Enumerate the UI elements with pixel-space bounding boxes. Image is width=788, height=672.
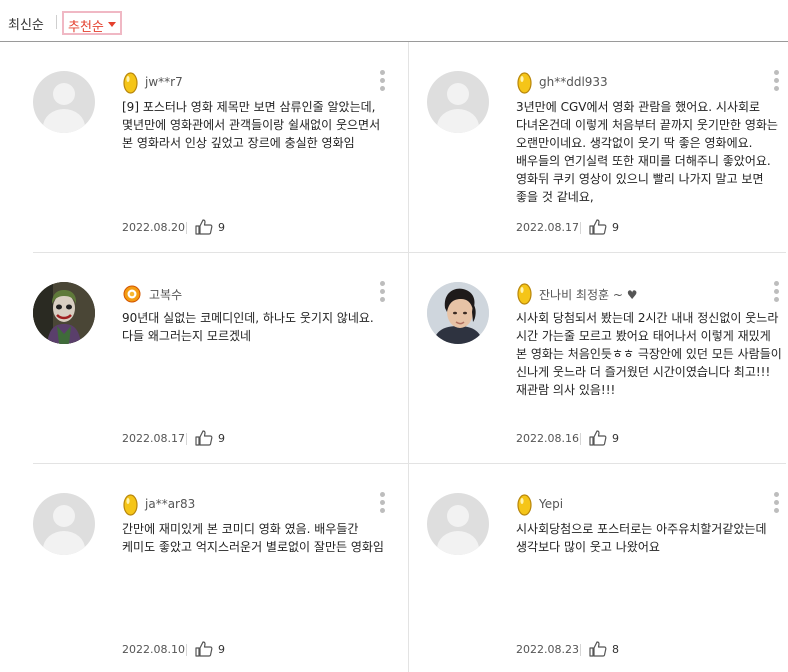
column-divider <box>408 42 409 672</box>
fried-egg-icon <box>123 285 141 303</box>
thumbs-up-icon[interactable] <box>589 219 607 235</box>
review-date: 2022.08.16 <box>516 432 579 445</box>
gold-egg-icon <box>123 72 138 94</box>
sort-latest-button[interactable]: 최신순 <box>8 14 44 33</box>
meta-divider <box>580 644 581 656</box>
like-count: 9 <box>612 221 619 234</box>
review-text: 시사회 당첨되서 봤는데 2시간 내내 정신없이 웃느라 시간 가는줄 모르고 … <box>516 311 782 397</box>
avatar-default[interactable] <box>427 493 489 555</box>
gold-egg-icon <box>517 494 532 516</box>
review-text: 90년대 실없는 코메디인데, 하나도 웃기지 않네요. 다들 왜그러는지 모르… <box>122 311 374 343</box>
review-text: [9] 포스터나 영화 제목만 보면 삼류인줄 알았는데, 몇년만에 영화관에서… <box>122 100 381 150</box>
review-card: 고복수 90년대 실없는 코메디인데, 하나도 웃기지 않네요. 다들 왜그러는… <box>33 253 405 463</box>
reviewer-nickname[interactable]: 고복수 <box>149 286 182 303</box>
review-card: ja**ar83 간만에 재미있게 본 코미디 영화 였음. 배우들간 케미도 … <box>33 464 405 672</box>
gold-egg-icon <box>517 72 532 94</box>
meta-divider <box>186 433 187 445</box>
reviewer-nickname[interactable]: 잔나비 최정훈 ~ ♥ <box>539 286 638 303</box>
meta-divider <box>580 222 581 234</box>
thumbs-up-icon[interactable] <box>589 430 607 446</box>
thumbs-up-icon[interactable] <box>195 641 213 657</box>
more-vertical-icon[interactable] <box>379 70 385 94</box>
more-vertical-icon[interactable] <box>773 492 779 516</box>
review-text: 3년만에 CGV에서 영화 관람을 했어요. 시사회로 다녀온건데 이렇게 처음… <box>516 100 778 204</box>
avatar-default[interactable] <box>427 71 489 133</box>
thumbs-up-icon[interactable] <box>195 219 213 235</box>
reviewer-nickname[interactable]: Yepi <box>539 497 563 511</box>
like-count: 9 <box>218 432 225 445</box>
review-date: 2022.08.17 <box>122 432 185 445</box>
more-vertical-icon[interactable] <box>379 281 385 305</box>
reviewer-nickname[interactable]: ja**ar83 <box>145 497 195 511</box>
sort-recommended-label: 추천순 <box>68 20 104 35</box>
review-card: 잔나비 최정훈 ~ ♥ 시사회 당첨되서 봤는데 2시간 내내 정신없이 웃느라… <box>427 253 788 463</box>
sort-recommended-dropdown[interactable]: 추천순 <box>62 11 122 35</box>
gold-egg-icon <box>123 494 138 516</box>
review-date: 2022.08.20 <box>122 221 185 234</box>
avatar-default[interactable] <box>33 71 95 133</box>
review-card: gh**ddl933 3년만에 CGV에서 영화 관람을 했어요. 시사회로 다… <box>427 42 788 252</box>
like-count: 8 <box>612 643 619 656</box>
thumbs-up-icon[interactable] <box>195 430 213 446</box>
review-text: 간만에 재미있게 본 코미디 영화 였음. 배우들간 케미도 좋았고 억지스러운… <box>122 522 384 554</box>
more-vertical-icon[interactable] <box>379 492 385 516</box>
avatar-default[interactable] <box>33 493 95 555</box>
sort-divider <box>56 15 57 29</box>
gold-egg-icon <box>517 283 532 305</box>
avatar-man-photo[interactable] <box>427 282 489 344</box>
like-count: 9 <box>218 221 225 234</box>
like-count: 9 <box>218 643 225 656</box>
review-date: 2022.08.23 <box>516 643 579 656</box>
review-date: 2022.08.10 <box>122 643 185 656</box>
reviewer-nickname[interactable]: gh**ddl933 <box>539 75 608 89</box>
meta-divider <box>186 222 187 234</box>
review-card: jw**r7 [9] 포스터나 영화 제목만 보면 삼류인줄 알았는데, 몇년만… <box>33 42 405 252</box>
reviewer-nickname[interactable]: jw**r7 <box>145 75 183 89</box>
meta-divider <box>186 644 187 656</box>
review-text: 시사회당첨으로 포스터로는 아주유치할거같았는데 생각보다 많이 웃고 나왔어요 <box>516 522 767 554</box>
more-vertical-icon[interactable] <box>773 281 779 305</box>
thumbs-up-icon[interactable] <box>589 641 607 657</box>
more-vertical-icon[interactable] <box>773 70 779 94</box>
avatar-joker-photo[interactable] <box>33 282 95 344</box>
chevron-down-icon <box>107 22 116 27</box>
sort-bar: 최신순 추천순 <box>0 0 788 42</box>
review-card: Yepi 시사회당첨으로 포스터로는 아주유치할거같았는데 생각보다 많이 웃고… <box>427 464 788 672</box>
meta-divider <box>580 433 581 445</box>
like-count: 9 <box>612 432 619 445</box>
review-date: 2022.08.17 <box>516 221 579 234</box>
